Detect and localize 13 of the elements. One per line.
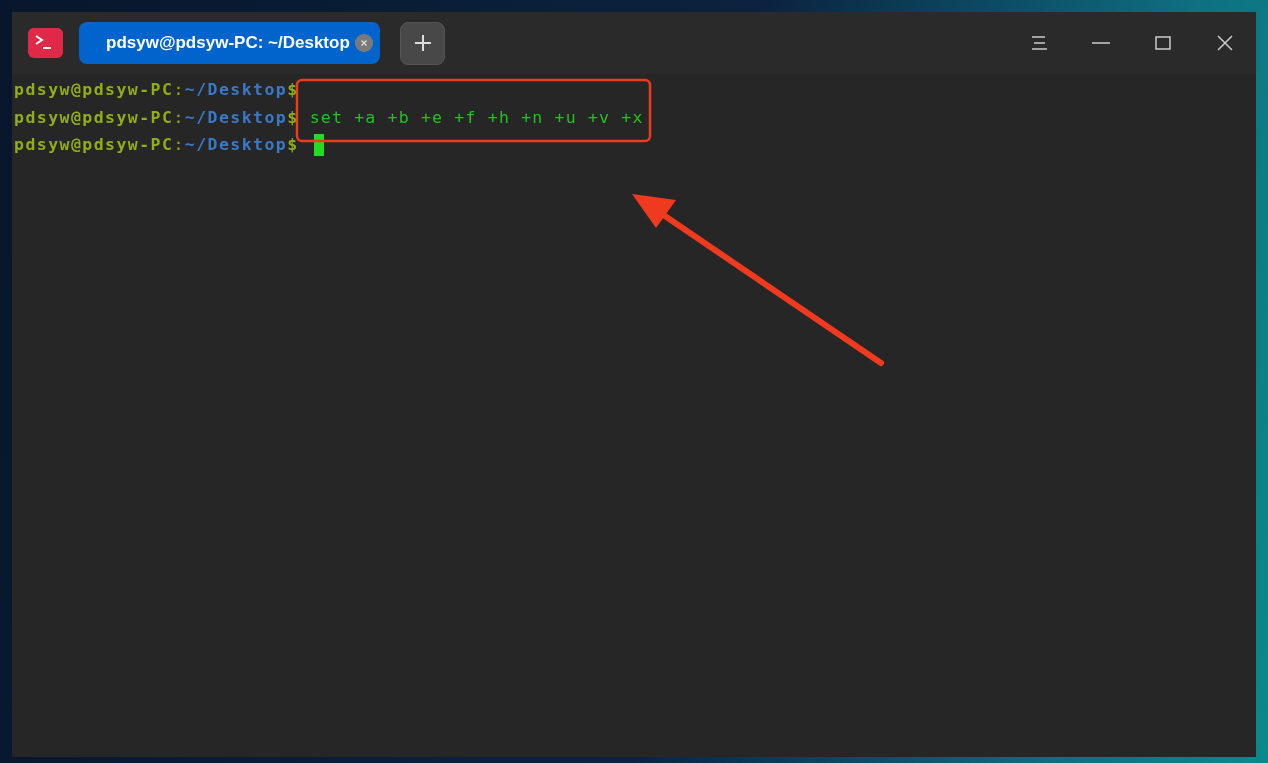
prompt-text: pdsyw@pdsyw-PC:~/Desktop$ [14, 79, 299, 101]
plus-icon [413, 34, 432, 52]
close-icon [1217, 35, 1233, 51]
minimize-icon [1092, 42, 1110, 44]
terminal-tab[interactable]: pdsyw@pdsyw-PC: ~/Desktop [79, 22, 380, 64]
tab-close-icon[interactable] [355, 34, 373, 52]
menu-icon [1031, 35, 1047, 51]
prompt-text: pdsyw@pdsyw-PC:~/Desktop$ [14, 134, 299, 156]
command-text: set +a +b +e +f +h +n +u +v +x [309, 106, 644, 129]
new-tab-button[interactable] [400, 21, 445, 65]
terminal-app-icon [28, 28, 63, 58]
maximize-icon [1155, 36, 1171, 50]
prompt-text: pdsyw@pdsyw-PC:~/Desktop$ [14, 106, 299, 129]
